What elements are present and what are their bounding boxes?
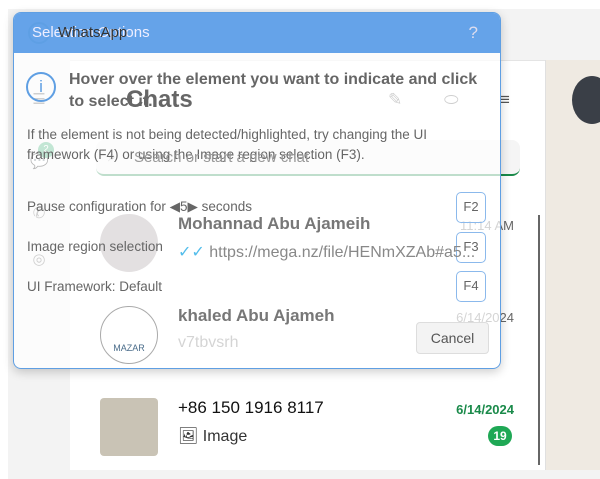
pause-value[interactable]: 5 — [180, 199, 188, 214]
pause-key-button[interactable]: F2 — [456, 192, 486, 223]
cancel-button[interactable]: Cancel — [416, 322, 489, 354]
image-icon: 🖼 — [178, 428, 199, 445]
chat-name: Mohannad Abu Ajameih — [178, 214, 371, 233]
image-region-option[interactable]: Image region selection — [27, 239, 163, 254]
chat-time: 6/14/2024 — [456, 402, 514, 417]
search-placeholder: Search or start a new chat — [134, 149, 310, 166]
unread-badge: 19 — [488, 426, 512, 446]
scrollbar[interactable] — [538, 215, 540, 465]
ui-framework-key-button[interactable]: F4 — [456, 271, 486, 302]
read-ticks-icon: ✓✓ — [178, 244, 205, 261]
chat-name: +86 150 1916 8117 — [178, 398, 324, 417]
window-title: WhatsApp — [58, 24, 128, 41]
avatar: MAZAR — [100, 306, 158, 364]
ui-framework-option[interactable]: UI Framework: Default — [27, 279, 162, 294]
info-icon: i — [26, 72, 56, 102]
chat-name: khaled Abu Ajameh — [178, 306, 335, 325]
filter-icon[interactable]: ≡ — [500, 90, 510, 110]
chat-preview: ✓✓ https://mega.nz/file/HENmXZAb#a5... — [178, 244, 476, 261]
decrease-icon[interactable]: ◀ — [170, 199, 180, 214]
avatar — [100, 398, 158, 456]
chat-preview: 🖼 Image — [178, 428, 248, 445]
increase-icon[interactable]: ▶ — [188, 199, 198, 214]
pause-option: Pause configuration for ◀5▶ seconds — [27, 199, 252, 214]
help-icon[interactable]: ? — [469, 23, 478, 43]
chat-row[interactable]: +86 150 1916 8117 🖼 Image 6/14/2024 19 — [100, 398, 520, 468]
chats-heading: Chats — [126, 86, 193, 113]
